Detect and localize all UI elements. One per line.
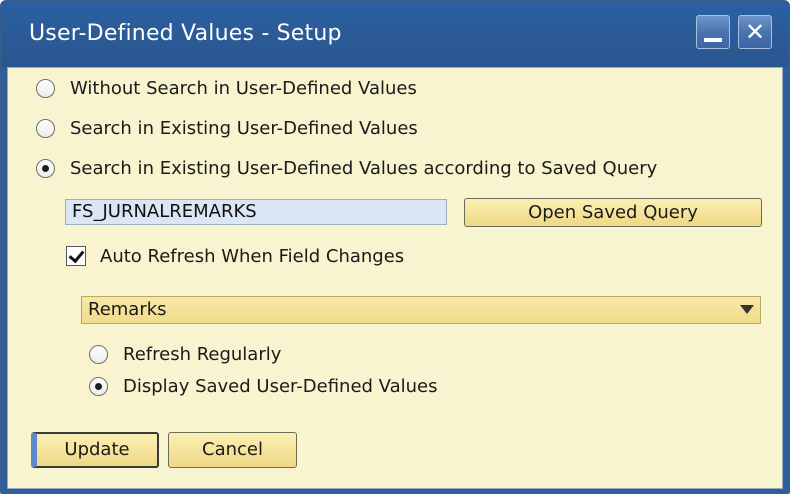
option-search-saved-query[interactable]: Search in Existing User-Defined Values a… xyxy=(36,155,657,181)
close-button[interactable]: ✕ xyxy=(738,15,772,49)
auto-refresh-label: Auto Refresh When Field Changes xyxy=(100,245,405,267)
radio-search-existing[interactable] xyxy=(36,118,55,138)
dropdown-arrow-icon[interactable] xyxy=(740,305,754,314)
radio-refresh-regularly[interactable] xyxy=(89,344,108,364)
field-dropdown[interactable]: Remarks xyxy=(81,296,761,324)
radio-search-saved-query[interactable] xyxy=(36,158,55,178)
window-title: User-Defined Values - Setup xyxy=(29,21,342,46)
field-dropdown-value: Remarks xyxy=(88,299,167,320)
cancel-button[interactable]: Cancel xyxy=(168,432,297,468)
saved-query-field[interactable]: FS_JURNALREMARKS xyxy=(65,199,447,225)
open-saved-query-button[interactable]: Open Saved Query xyxy=(464,198,762,227)
option-without-search-label: Without Search in User-Defined Values xyxy=(70,77,417,99)
dialog-body: Without Search in User-Defined Values Se… xyxy=(7,67,783,489)
option-display-saved-label: Display Saved User-Defined Values xyxy=(123,375,438,397)
update-button[interactable]: Update xyxy=(31,432,159,468)
option-refresh-regularly-label: Refresh Regularly xyxy=(123,343,282,365)
option-display-saved[interactable]: Display Saved User-Defined Values xyxy=(89,373,437,399)
option-search-saved-query-label: Search in Existing User-Defined Values a… xyxy=(70,157,658,179)
title-bar[interactable]: User-Defined Values - Setup ✕ xyxy=(1,1,789,67)
option-refresh-regularly[interactable]: Refresh Regularly xyxy=(89,341,281,367)
minimize-button[interactable] xyxy=(696,15,730,49)
auto-refresh-option[interactable]: Auto Refresh When Field Changes xyxy=(66,244,404,268)
minimize-icon xyxy=(704,38,722,42)
auto-refresh-checkbox[interactable] xyxy=(66,246,86,266)
option-search-existing-label: Search in Existing User-Defined Values xyxy=(70,117,418,139)
radio-without-search[interactable] xyxy=(36,78,55,98)
option-without-search[interactable]: Without Search in User-Defined Values xyxy=(36,75,417,101)
setup-dialog: User-Defined Values - Setup ✕ Without Se… xyxy=(0,0,790,494)
close-icon: ✕ xyxy=(744,18,766,46)
option-search-existing[interactable]: Search in Existing User-Defined Values xyxy=(36,115,418,141)
radio-display-saved[interactable] xyxy=(89,376,108,396)
